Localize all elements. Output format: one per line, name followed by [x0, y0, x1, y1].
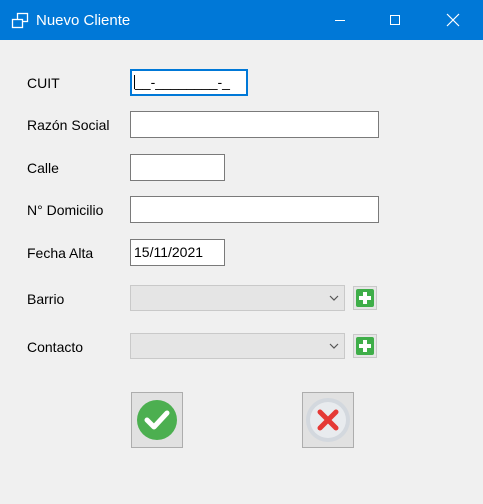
plus-green-icon [356, 289, 374, 307]
numero-domicilio-input[interactable] [130, 196, 379, 223]
chevron-down-icon [329, 295, 339, 301]
add-barrio-button[interactable] [353, 286, 377, 310]
barrio-label: Barrio [27, 291, 65, 307]
razon-social-input[interactable] [130, 111, 379, 138]
close-icon [446, 13, 460, 27]
minimize-button[interactable] [316, 0, 364, 40]
cancel-button[interactable] [302, 392, 354, 448]
add-contacto-button[interactable] [353, 334, 377, 358]
nuevo-cliente-window: Nuevo Cliente CUIT __-________-_ Razón S… [0, 0, 483, 504]
razon-social-label: Razón Social [27, 117, 110, 133]
plus-green-icon [356, 337, 374, 355]
app-window-icon [11, 12, 29, 30]
fecha-alta-input[interactable]: 15/11/2021 [130, 239, 225, 266]
contacto-label: Contacto [27, 339, 84, 355]
title-bar[interactable]: Nuevo Cliente [0, 0, 483, 40]
window-title: Nuevo Cliente [36, 12, 131, 29]
contacto-select[interactable] [130, 333, 345, 359]
calle-input[interactable] [130, 154, 225, 181]
x-circle-icon [306, 398, 350, 442]
cuit-mask-value: __-________-_ [135, 74, 230, 90]
maximize-button[interactable] [371, 0, 419, 40]
check-circle-icon [137, 400, 177, 440]
chevron-down-icon [329, 343, 339, 349]
accept-button[interactable] [131, 392, 183, 448]
maximize-icon [390, 15, 400, 25]
minimize-icon [335, 20, 345, 21]
cuit-label: CUIT [27, 75, 60, 91]
barrio-select[interactable] [130, 285, 345, 311]
fecha-alta-label: Fecha Alta [27, 245, 94, 261]
close-button[interactable] [429, 0, 477, 40]
calle-label: Calle [27, 160, 59, 176]
numero-domicilio-label: N° Domicilio [27, 202, 104, 218]
cuit-input[interactable]: __-________-_ [130, 69, 248, 96]
